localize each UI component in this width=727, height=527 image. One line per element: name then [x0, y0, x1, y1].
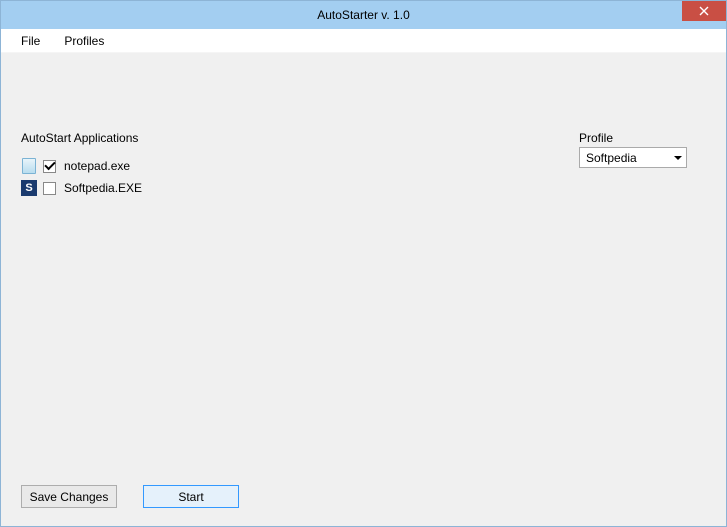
close-icon: [699, 6, 709, 16]
menu-profiles[interactable]: Profiles: [52, 30, 116, 52]
app-checkbox-notepad[interactable]: [43, 160, 56, 173]
content-area: AutoStart Applications Profile Softpedia…: [1, 53, 726, 526]
autostart-label: AutoStart Applications: [21, 131, 138, 145]
app-window: AutoStarter v. 1.0 File Profiles AutoSta…: [0, 0, 727, 527]
notepad-icon: [21, 158, 37, 174]
list-item: S Softpedia.EXE: [21, 177, 142, 199]
app-name-label: notepad.exe: [62, 159, 130, 173]
save-button[interactable]: Save Changes: [21, 485, 117, 508]
app-checkbox-softpedia[interactable]: [43, 182, 56, 195]
button-bar: Save Changes Start: [21, 485, 239, 508]
title-bar[interactable]: AutoStarter v. 1.0: [1, 1, 726, 29]
profile-label: Profile: [579, 131, 613, 145]
app-name-label: Softpedia.EXE: [62, 181, 142, 195]
menu-file[interactable]: File: [9, 30, 52, 52]
profile-dropdown[interactable]: Softpedia: [579, 147, 687, 168]
softpedia-icon: S: [21, 180, 37, 196]
menu-bar: File Profiles: [1, 29, 726, 53]
start-button[interactable]: Start: [143, 485, 239, 508]
chevron-down-icon: [674, 156, 682, 160]
profile-selected-value: Softpedia: [586, 151, 637, 165]
app-list: notepad.exe S Softpedia.EXE: [21, 155, 142, 199]
list-item: notepad.exe: [21, 155, 142, 177]
window-title: AutoStarter v. 1.0: [317, 8, 410, 22]
close-button[interactable]: [682, 1, 726, 21]
